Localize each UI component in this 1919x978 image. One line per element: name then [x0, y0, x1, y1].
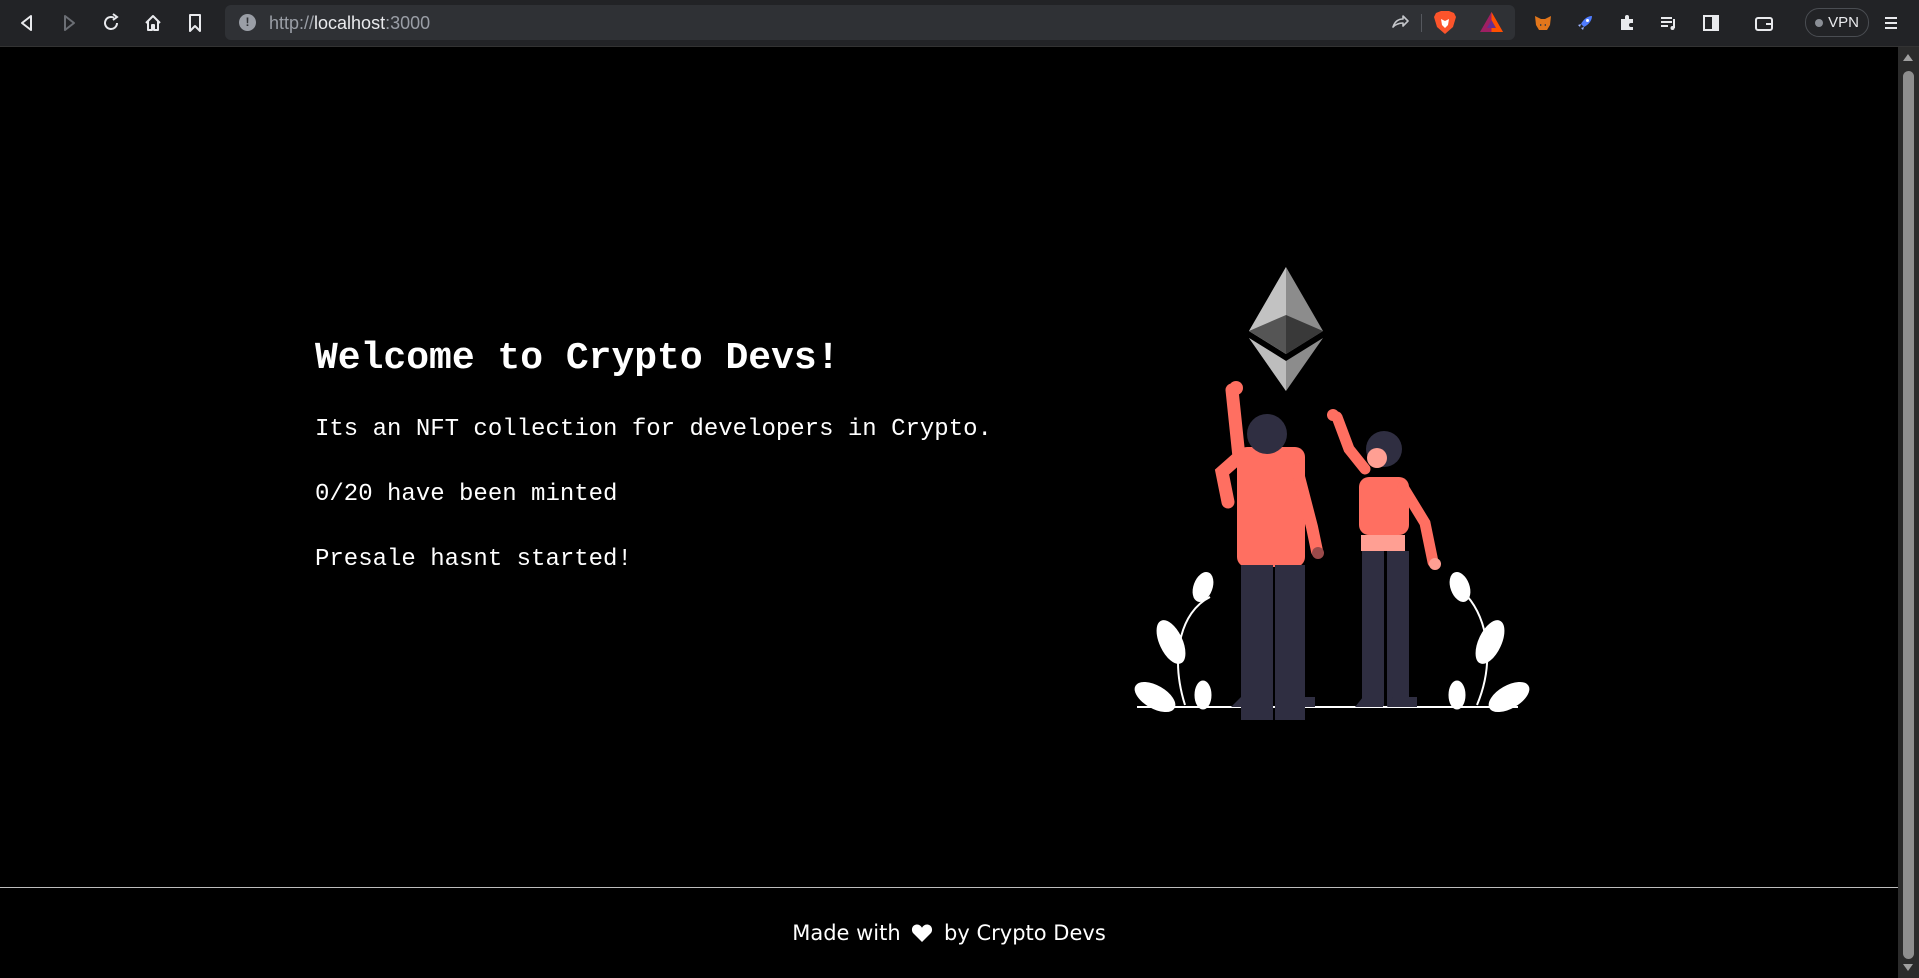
browser-toolbar: ! http://localhost:3000 VPN: [0, 0, 1919, 47]
back-button[interactable]: [12, 8, 42, 38]
bookmark-button[interactable]: [180, 8, 210, 38]
sidebar-icon: [1703, 15, 1719, 31]
woman-figure-icon: [1327, 409, 1441, 707]
rocket-icon: [1578, 16, 1592, 30]
bookmark-icon: [189, 14, 201, 32]
forward-icon: [64, 15, 75, 31]
home-icon: [145, 15, 161, 31]
bat-triangle-icon: [1480, 12, 1503, 32]
playlist-icon: [1661, 17, 1675, 30]
back-icon: [21, 15, 32, 31]
scroll-up-arrow-icon[interactable]: [1903, 54, 1913, 61]
plant-right-icon: [1448, 572, 1530, 713]
minted-count: 0/20 have been minted: [315, 481, 618, 508]
share-button[interactable]: [1385, 7, 1415, 37]
extensions-button[interactable]: [1612, 8, 1642, 38]
footer-prefix: Made with: [792, 921, 908, 945]
metamask-fox-icon: [1535, 16, 1551, 30]
address-bar[interactable]: ! http://localhost:3000: [225, 5, 1515, 40]
reload-button[interactable]: [96, 8, 126, 38]
man-figure-icon: [1214, 381, 1324, 720]
vpn-button[interactable]: VPN: [1805, 8, 1869, 37]
url-text[interactable]: http://localhost:3000: [269, 13, 430, 34]
presale-status: Presale hasnt started!: [315, 546, 632, 573]
brave-lion-icon: [1434, 11, 1456, 34]
reload-icon: [104, 13, 119, 30]
sidebar-button[interactable]: [1696, 8, 1726, 38]
forward-button[interactable]: [54, 8, 84, 38]
ethereum-icon: [1249, 267, 1323, 391]
wallet-icon: [1755, 17, 1773, 31]
vertical-scrollbar[interactable]: [1898, 47, 1919, 978]
heart-icon: [912, 924, 933, 942]
url-host: localhost: [314, 13, 386, 33]
page-main: Welcome to Crypto Devs! Its an NFT colle…: [0, 47, 1898, 888]
site-info-icon[interactable]: !: [239, 14, 256, 31]
hero-text: Welcome to Crypto Devs! Its an NFT colle…: [315, 337, 992, 573]
crypto-devs-illustration: [1134, 267, 1530, 720]
wallet-button[interactable]: [1749, 8, 1779, 38]
metamask-button[interactable]: [1528, 8, 1558, 38]
vpn-status-icon: [1815, 18, 1824, 27]
footer: Made with by Crypto Devs: [0, 888, 1898, 978]
footer-suffix: by Crypto Devs: [937, 921, 1106, 945]
playlist-button[interactable]: [1654, 8, 1684, 38]
brave-shields-button[interactable]: [1432, 9, 1458, 41]
puzzle-icon: [1621, 15, 1633, 30]
rocket-extension-button[interactable]: [1570, 8, 1600, 38]
vpn-label: VPN: [1828, 14, 1859, 31]
plant-left-icon: [1134, 572, 1214, 713]
divider: [1421, 14, 1422, 32]
scroll-down-arrow-icon[interactable]: [1903, 964, 1913, 971]
share-icon: [1392, 15, 1409, 28]
brave-rewards-button[interactable]: [1478, 9, 1505, 41]
url-port: :3000: [385, 13, 431, 33]
url-scheme: http://: [269, 13, 315, 33]
page-title: Welcome to Crypto Devs!: [315, 337, 840, 380]
collection-description: Its an NFT collection for developers in …: [315, 416, 992, 443]
home-button[interactable]: [138, 8, 168, 38]
scroll-thumb[interactable]: [1903, 71, 1914, 959]
hamburger-menu-icon: [1885, 17, 1897, 29]
menu-button[interactable]: [1876, 8, 1906, 38]
